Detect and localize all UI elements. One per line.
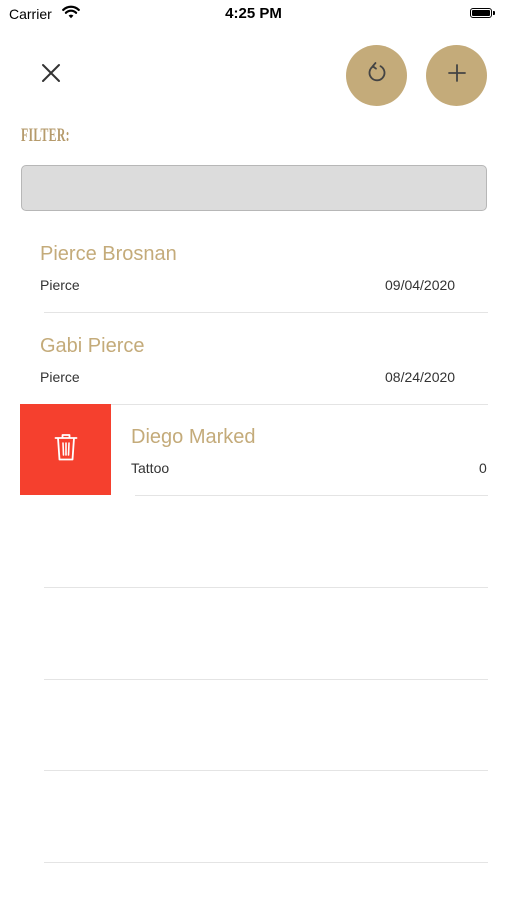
refresh-button[interactable] — [346, 45, 407, 106]
filter-label: FILTER: — [21, 125, 70, 146]
add-button[interactable] — [426, 45, 487, 106]
row-divider — [44, 679, 488, 680]
row-divider — [135, 495, 488, 496]
row-divider — [44, 770, 488, 771]
refresh-icon — [366, 61, 388, 90]
item-name: Gabi Pierce — [40, 335, 145, 357]
row-divider — [44, 312, 488, 313]
status-time: 4:25 PM — [225, 5, 282, 22]
list-item[interactable]: Diego Marked Tattoo 0 — [111, 404, 507, 495]
battery-icon — [470, 8, 496, 20]
plus-icon — [447, 63, 467, 88]
item-date: 08/24/2020 — [385, 369, 456, 385]
status-bar: Carrier 4:25 PM — [0, 0, 507, 28]
item-date: 0 — [479, 460, 487, 476]
close-icon — [41, 63, 61, 88]
close-button[interactable] — [34, 58, 68, 92]
row-divider — [44, 862, 488, 863]
item-name: Diego Marked — [131, 426, 256, 448]
item-type: Pierce — [40, 369, 80, 385]
list-item[interactable]: Gabi Pierce Pierce 08/24/2020 — [0, 314, 507, 406]
item-type: Tattoo — [131, 460, 170, 476]
delete-button[interactable] — [20, 404, 111, 495]
list-item[interactable]: Pierce Brosnan Pierce 09/04/2020 — [0, 222, 507, 314]
row-divider — [44, 587, 488, 588]
item-type: Pierce — [40, 277, 80, 293]
item-date: 09/04/2020 — [385, 277, 456, 293]
item-name: Pierce Brosnan — [40, 243, 177, 265]
trash-icon — [54, 432, 78, 467]
filter-input[interactable] — [21, 165, 487, 211]
